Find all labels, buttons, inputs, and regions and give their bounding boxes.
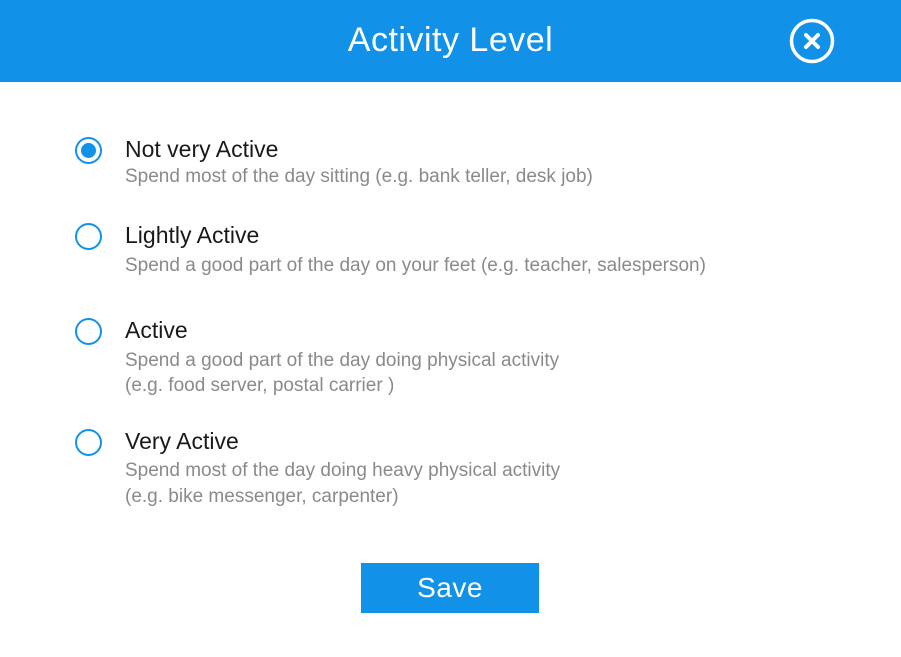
option-description: Spend a good part of the day on your fee… xyxy=(125,255,706,276)
option-description-example: (e.g. food server, postal carrier ) xyxy=(125,375,395,396)
radio-lightly-active[interactable] xyxy=(75,223,102,250)
option-description: Spend most of the day doing heavy physic… xyxy=(125,460,561,481)
option-label: Lightly Active xyxy=(125,222,260,248)
close-circle-icon xyxy=(789,18,835,64)
activity-level-dialog: Activity Level Not very Active Spend mos… xyxy=(0,0,901,657)
option-description-example: (e.g. bike messenger, carpenter) xyxy=(125,486,399,507)
option-label: Not very Active xyxy=(125,136,279,162)
option-label: Very Active xyxy=(125,428,239,454)
option-description: Spend a good part of the day doing physi… xyxy=(125,350,560,371)
dialog-header: Activity Level xyxy=(0,0,901,82)
option-description: Spend most of the day sitting (e.g. bank… xyxy=(125,166,593,187)
radio-not-very-active[interactable] xyxy=(75,137,102,164)
radio-very-active[interactable] xyxy=(75,429,102,456)
dialog-title: Activity Level xyxy=(347,21,554,59)
radio-active[interactable] xyxy=(75,318,102,345)
option-label: Active xyxy=(125,317,188,343)
close-button[interactable] xyxy=(789,18,835,64)
save-button[interactable]: Save xyxy=(361,563,539,613)
